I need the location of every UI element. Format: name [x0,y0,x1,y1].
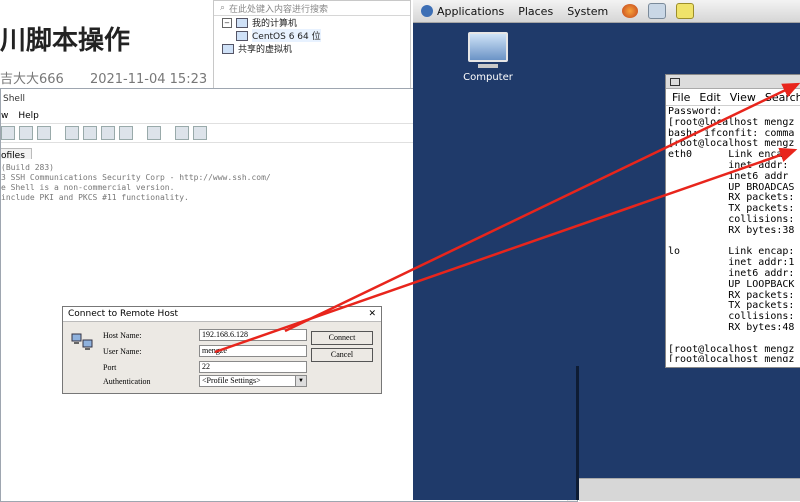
article-meta: 吉大大666 2021-11-04 15:23 [0,68,207,87]
vm-icon [236,30,248,41]
menu-places[interactable]: Places [518,5,553,18]
authentication-value: <Profile Settings> [202,376,261,385]
tree-item-my-computer[interactable]: − 我的计算机 [214,16,410,29]
terminal-window: File Edit View Search Password: [root@loc… [665,74,800,368]
tree-item-shared-vms[interactable]: 共享的虚拟机 [214,42,410,55]
network-computers-icon [71,333,93,350]
terminal-line: RX bytes:48 [668,321,795,333]
search-icon: ⌕ [220,3,226,13]
shared-vm-icon [222,43,234,54]
chevron-down-icon[interactable]: ▼ [295,376,306,386]
vm-library-panel: ⌕ 在此处键入内容进行搜索 − 我的计算机 CentOS 6 64 位 共享的虚… [213,0,411,92]
menu-search[interactable]: Search [765,91,800,104]
cancel-button[interactable]: Cancel [311,348,373,362]
menu-applications[interactable]: Applications [437,5,504,18]
copy-icon[interactable] [1,126,15,140]
connect-remote-host-dialog: Connect to Remote Host ✕ Host Name: 192.… [62,306,382,394]
computer-icon [236,17,248,28]
terminal-line: [root@localhost mengz [668,116,795,128]
computer-label: Computer [463,72,513,83]
gnome-foot-icon [421,5,433,17]
terminal-line: RX bytes:38 [668,224,795,236]
dialog-title: Connect to Remote Host [68,309,179,319]
file-transfer-icon[interactable] [101,126,115,140]
dialog-titlebar: Connect to Remote Host ✕ [63,307,381,322]
terminal-icon [670,77,680,86]
tree-item-centos-vm[interactable]: CentOS 6 64 位 [214,29,410,42]
tree-item-label: CentOS 6 64 位 [252,29,321,42]
vm-search-input[interactable]: ⌕ 在此处键入内容进行搜索 [214,1,410,16]
print-icon[interactable] [37,126,51,140]
computer-icon [468,32,508,62]
connect-button[interactable]: Connect [311,331,373,345]
find-icon[interactable] [65,126,79,140]
menu-help[interactable]: Help [18,111,39,121]
desktop-computer-shortcut[interactable]: Computer [453,32,523,83]
host-name-label: Host Name: [103,330,142,340]
tree-item-label: 我的计算机 [252,19,298,29]
authentication-label: Authentication [103,376,151,386]
dialog-close-button[interactable]: ✕ [368,309,376,319]
terminal-line: UP LOOPBACK [668,278,795,290]
terminal-menubar: File Edit View Search [666,89,800,106]
menu-window[interactable]: w [1,111,8,121]
port-input[interactable]: 22 [199,361,307,373]
terminal-output[interactable]: Password: [root@localhost mengz bash: ifco… [666,106,800,362]
article-author[interactable]: 吉大大666 [0,72,64,87]
profile-icon[interactable] [83,126,97,140]
terminal-line: inet6 addr [668,170,789,182]
menu-view[interactable]: View [730,91,756,104]
user-name-input[interactable]: mengze [199,345,307,357]
new-window-icon[interactable] [119,126,133,140]
menu-file[interactable]: File [672,91,690,104]
terminal-line: [root@localhost mengz [668,354,795,362]
gnome-bottom-panel [579,478,800,501]
firefox-icon[interactable] [622,4,639,18]
terminal-titlebar [666,75,800,89]
vm-search-placeholder: 在此处键入内容进行搜索 [229,4,329,15]
help-icon[interactable] [193,126,207,140]
notes-icon[interactable] [676,3,695,19]
gnome-top-panel: Applications Places System [413,0,800,23]
port-label: Port [103,362,117,372]
tree-item-label: 共享的虚拟机 [238,45,293,55]
centos-desktop: Applications Places System Computer File… [413,0,800,501]
article-title: 川脚本操作 [0,26,131,56]
settings-icon[interactable] [147,126,161,140]
article-date: 2021-11-04 15:23 [89,72,208,87]
paste-icon[interactable] [19,126,33,140]
host-name-input[interactable]: 192.168.6.128 [199,329,307,341]
menu-edit[interactable]: Edit [699,91,720,104]
menu-system[interactable]: System [567,5,608,18]
collapse-icon[interactable]: − [222,17,232,28]
ssh-window-title: Shell [3,94,25,104]
authentication-select[interactable]: <Profile Settings> ▼ [199,375,307,387]
book-icon[interactable] [175,126,189,140]
user-name-label: User Name: [103,346,142,356]
email-icon[interactable] [648,3,667,19]
